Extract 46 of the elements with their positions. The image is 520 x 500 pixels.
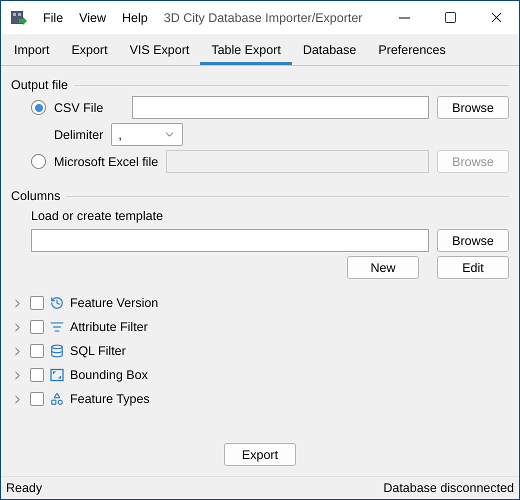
bounding-box-icon bbox=[50, 368, 64, 382]
delimiter-dropdown[interactable]: , bbox=[111, 123, 184, 146]
new-button[interactable]: New bbox=[347, 256, 419, 279]
tab[interactable]: Export bbox=[60, 34, 119, 65]
radio-label: CSV File bbox=[54, 100, 104, 114]
checkbox[interactable] bbox=[30, 368, 44, 382]
app-icon bbox=[9, 8, 27, 26]
database-icon bbox=[50, 344, 64, 358]
menu-item[interactable]: Help bbox=[114, 10, 156, 24]
field-label: Delimiter bbox=[54, 128, 104, 142]
radio-label: Microsoft Excel file bbox=[54, 154, 158, 168]
field-label: Load or create template bbox=[31, 209, 164, 223]
maximize-icon bbox=[444, 11, 456, 24]
shapes-icon bbox=[50, 392, 64, 406]
browse-button[interactable]: Browse bbox=[437, 96, 509, 119]
edit-button[interactable]: Edit bbox=[437, 256, 509, 279]
radio-button[interactable] bbox=[31, 154, 46, 169]
checkbox[interactable] bbox=[30, 392, 44, 406]
export-button[interactable]: Export bbox=[224, 443, 296, 466]
tab[interactable]: VIS Export bbox=[118, 34, 200, 65]
checkbox[interactable] bbox=[30, 320, 44, 334]
option-label: Attribute Filter bbox=[70, 320, 148, 334]
minimize-icon bbox=[398, 16, 410, 18]
status-text: Ready bbox=[6, 481, 42, 495]
option-label: Feature Types bbox=[70, 392, 150, 406]
browse-button[interactable]: Browse bbox=[437, 229, 509, 252]
checkbox[interactable] bbox=[30, 344, 44, 358]
checkbox[interactable] bbox=[30, 296, 44, 310]
tab[interactable]: Import bbox=[3, 34, 60, 65]
menu-item[interactable]: View bbox=[71, 10, 114, 24]
tab[interactable]: Database bbox=[292, 34, 368, 65]
menu-item[interactable]: File bbox=[35, 10, 72, 24]
option-label: SQL Filter bbox=[70, 344, 126, 358]
option-label: Feature Version bbox=[70, 296, 158, 310]
option-label: Bounding Box bbox=[70, 368, 148, 382]
section-title: Columns bbox=[11, 189, 60, 203]
input-field[interactable] bbox=[132, 96, 429, 119]
status-text: Database disconnected bbox=[383, 481, 514, 495]
template-field[interactable] bbox=[31, 229, 429, 252]
tab[interactable]: Table Export bbox=[200, 34, 292, 65]
window-title: 3D City Database Importer/Exporter bbox=[164, 10, 364, 24]
radio-button[interactable] bbox=[31, 100, 46, 115]
section-title: Output file bbox=[11, 78, 68, 92]
history-icon bbox=[50, 296, 64, 310]
filter-icon bbox=[50, 320, 64, 334]
tab[interactable]: Preferences bbox=[367, 34, 457, 65]
